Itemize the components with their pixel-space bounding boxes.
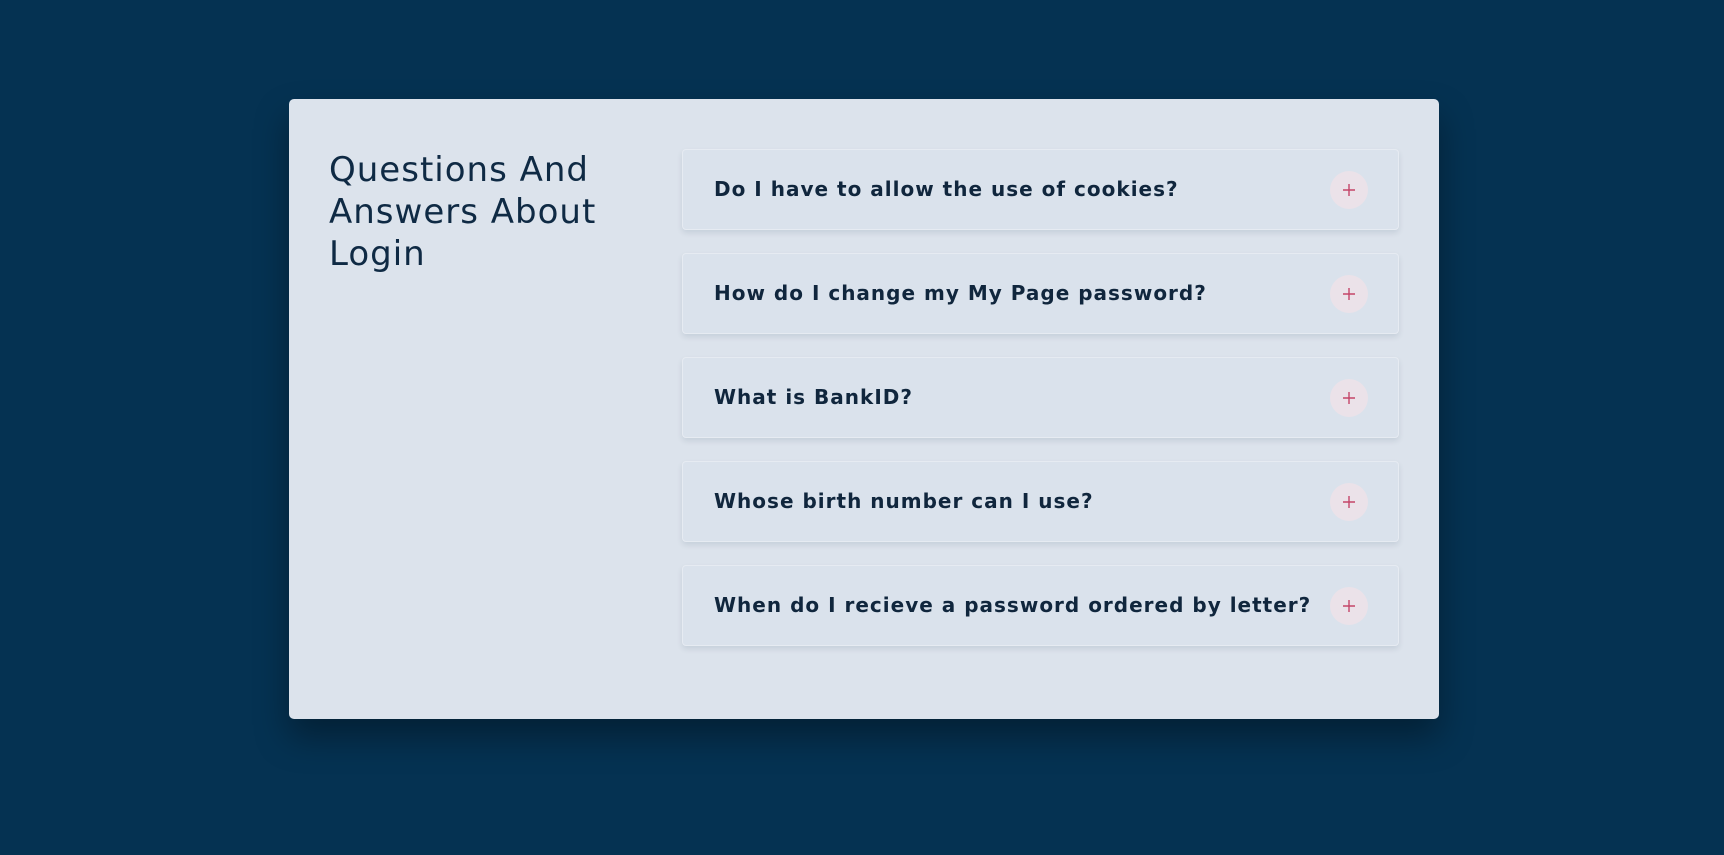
faq-question: How do I change my My Page password? [714,281,1207,305]
faq-card: Questions And Answers About Login Do I h… [289,99,1439,719]
expand-toggle-button[interactable] [1330,275,1368,313]
faq-item[interactable]: Whose birth number can I use? [682,461,1399,542]
plus-icon [1343,392,1355,404]
expand-toggle-button[interactable] [1330,379,1368,417]
faq-list: Do I have to allow the use of cookies? H… [682,149,1399,669]
expand-toggle-button[interactable] [1330,171,1368,209]
faq-item[interactable]: When do I recieve a password ordered by … [682,565,1399,646]
faq-question: Do I have to allow the use of cookies? [714,177,1179,201]
faq-item[interactable]: How do I change my My Page password? [682,253,1399,334]
plus-icon [1343,600,1355,612]
faq-item[interactable]: Do I have to allow the use of cookies? [682,149,1399,230]
plus-icon [1343,288,1355,300]
plus-icon [1343,184,1355,196]
faq-question: What is BankID? [714,385,913,409]
faq-question: Whose birth number can I use? [714,489,1094,513]
plus-icon [1343,496,1355,508]
page-title: Questions And Answers About Login [329,150,597,274]
faq-question: When do I recieve a password ordered by … [714,593,1312,617]
expand-toggle-button[interactable] [1330,587,1368,625]
expand-toggle-button[interactable] [1330,483,1368,521]
faq-item[interactable]: What is BankID? [682,357,1399,438]
